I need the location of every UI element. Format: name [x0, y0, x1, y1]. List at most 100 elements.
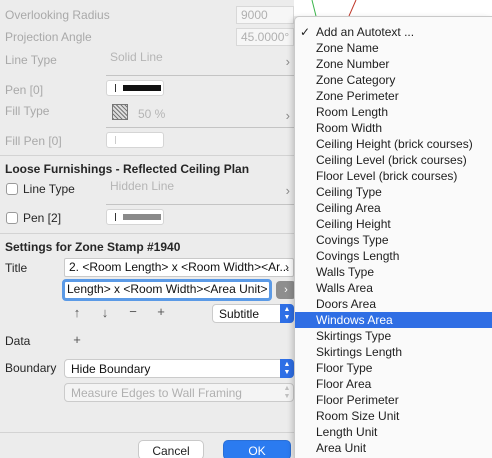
title-edit-field[interactable]: Length> x <Room Width><Area Unit>: [62, 279, 272, 301]
checkmark-icon: ✓: [300, 25, 311, 39]
pen-tick-icon: [115, 136, 116, 144]
menu-item[interactable]: Ceiling Height: [295, 216, 492, 232]
chevron-right-icon: ›: [285, 108, 290, 123]
zone-stamp-title: Settings for Zone Stamp #1940: [5, 240, 181, 254]
add-data-icon[interactable]: +: [69, 332, 85, 347]
cancel-button[interactable]: Cancel: [138, 440, 204, 458]
menu-item-label: Walls Type: [316, 265, 375, 279]
menu-item-label: Ceiling Height: [316, 217, 391, 231]
autotext-menu: ✓ Add an Autotext ... Zone Name Zone Number…: [294, 16, 492, 458]
subtitle-select[interactable]: Subtitle ▲ ▼: [212, 304, 294, 323]
loose-line-type-checkbox[interactable]: [6, 183, 18, 195]
menu-item[interactable]: Doors Area: [295, 296, 492, 312]
stepper-icon: ▲ ▼: [283, 385, 291, 400]
menu-item-label: Skirtings Length: [316, 345, 403, 359]
plan-view-background: [294, 0, 492, 17]
loose-pen-label: Pen [2]: [23, 211, 62, 225]
loose-line-type-select[interactable]: Hidden Line ›: [106, 177, 294, 205]
line-type-select[interactable]: Solid Line ›: [106, 48, 294, 76]
menu-item-label: Windows Area: [316, 313, 393, 327]
menu-item[interactable]: Ceiling Level (brick courses): [295, 152, 492, 168]
menu-item[interactable]: Ceiling Type: [295, 184, 492, 200]
plan-lines: [311, 0, 357, 17]
overlooking-radius-field[interactable]: 9000: [236, 6, 294, 24]
menu-item[interactable]: Room Size Unit: [295, 408, 492, 424]
menu-item-label: Add an Autotext ...: [316, 25, 415, 39]
stepper-icon: ▲ ▼: [280, 304, 294, 323]
menu-item[interactable]: Floor Area: [295, 376, 492, 392]
menu-item[interactable]: Room Length: [295, 104, 492, 120]
menu-item-label: Zone Name: [316, 41, 379, 55]
pen-tick-icon: [115, 84, 116, 92]
menu-item[interactable]: Walls Type: [295, 264, 492, 280]
menu-item[interactable]: Walls Area: [295, 280, 492, 296]
menu-item-label: Ceiling Height (brick courses): [316, 137, 473, 151]
divider: [0, 233, 300, 234]
fill-type-select[interactable]: 50 % ›: [106, 100, 294, 128]
menu-item-label: Room Width: [316, 121, 383, 135]
menu-item-label: Skirtings Type: [316, 329, 392, 343]
line-type-value: Solid Line: [110, 50, 163, 64]
projection-angle-label: Projection Angle: [5, 30, 92, 44]
chevron-right-icon: ›: [285, 54, 290, 69]
loose-pen-checkbox[interactable]: [6, 212, 18, 224]
menu-item-label: Ceiling Type: [316, 185, 382, 199]
menu-item-label: Floor Type: [316, 361, 373, 375]
plus-icon[interactable]: +: [153, 304, 169, 319]
menu-item-label: Room Size Unit: [316, 409, 400, 423]
menu-item-label: Room Length: [316, 105, 389, 119]
measure-edges-select[interactable]: Measure Edges to Wall Framing ▲ ▼: [64, 383, 294, 402]
pen-swatch[interactable]: [106, 80, 164, 96]
ok-button[interactable]: OK: [223, 440, 291, 458]
loose-furnishings-title: Loose Furnishings - Reflected Ceiling Pl…: [5, 162, 250, 176]
title-label: Title: [5, 261, 28, 275]
menu-item[interactable]: Zone Name: [295, 40, 492, 56]
menu-item-label: Floor Perimeter: [316, 393, 399, 407]
menu-item[interactable]: Covings Type: [295, 232, 492, 248]
menu-item-label: Ceiling Level (brick courses): [316, 153, 467, 167]
projection-angle-field[interactable]: 45.0000°: [236, 28, 294, 46]
menu-item[interactable]: Zone Category: [295, 72, 492, 88]
title-display-field[interactable]: 2. <Room Length> x <Room Width><Ar... ›: [64, 258, 294, 277]
subtitle-select-value: Subtitle: [219, 307, 260, 321]
pen-color-bar: [123, 85, 161, 91]
measure-edges-value: Measure Edges to Wall Framing: [71, 386, 242, 400]
menu-item[interactable]: Floor Level (brick courses): [295, 168, 492, 184]
menu-item[interactable]: Zone Perimeter: [295, 88, 492, 104]
boundary-select[interactable]: Hide Boundary ▲ ▼: [64, 359, 294, 378]
menu-item[interactable]: Length Unit: [295, 424, 492, 440]
menu-item-label: Area Unit: [316, 441, 367, 455]
arrow-up-icon[interactable]: ↑: [69, 305, 85, 320]
menu-item-label: Zone Perimeter: [316, 89, 399, 103]
menu-item[interactable]: Room Width: [295, 120, 492, 136]
title-display-value: 2. <Room Length> x <Room Width><Ar...: [69, 260, 290, 274]
boundary-select-value: Hide Boundary: [71, 362, 151, 376]
overlooking-radius-label: Overlooking Radius: [5, 8, 110, 22]
menu-item-label: Zone Number: [316, 57, 390, 71]
fill-type-label: Fill Type: [5, 104, 50, 118]
menu-item[interactable]: Ceiling Area: [295, 200, 492, 216]
menu-item[interactable]: Skirtings Length: [295, 344, 492, 360]
menu-item-label: Floor Area: [316, 377, 372, 391]
menu-item[interactable]: Covings Length: [295, 248, 492, 264]
fill-pen-swatch[interactable]: [106, 132, 164, 148]
minus-icon[interactable]: −: [125, 304, 141, 319]
loose-pen-swatch[interactable]: [106, 209, 164, 225]
menu-item[interactable]: Skirtings Type: [295, 328, 492, 344]
loose-line-type-label: Line Type: [23, 182, 75, 196]
pen-color-bar: [123, 214, 161, 220]
autotext-menu-button[interactable]: ›: [276, 281, 296, 299]
line-type-label: Line Type: [5, 53, 57, 67]
menu-item[interactable]: Ceiling Height (brick courses): [295, 136, 492, 152]
menu-item[interactable]: Area Unit: [295, 440, 492, 456]
menu-item[interactable]: Zone Number: [295, 56, 492, 72]
menu-item[interactable]: Windows Area: [295, 312, 492, 328]
menu-item-label: Covings Type: [316, 233, 389, 247]
arrow-down-icon[interactable]: ↓: [97, 305, 113, 320]
menu-item[interactable]: Floor Perimeter: [295, 392, 492, 408]
stepper-icon: ▲ ▼: [280, 359, 294, 378]
menu-item[interactable]: ✓ Add an Autotext ...: [295, 24, 492, 40]
loose-line-type-value: Hidden Line: [110, 179, 175, 193]
menu-item[interactable]: Floor Type: [295, 360, 492, 376]
menu-item-label: Walls Area: [316, 281, 373, 295]
